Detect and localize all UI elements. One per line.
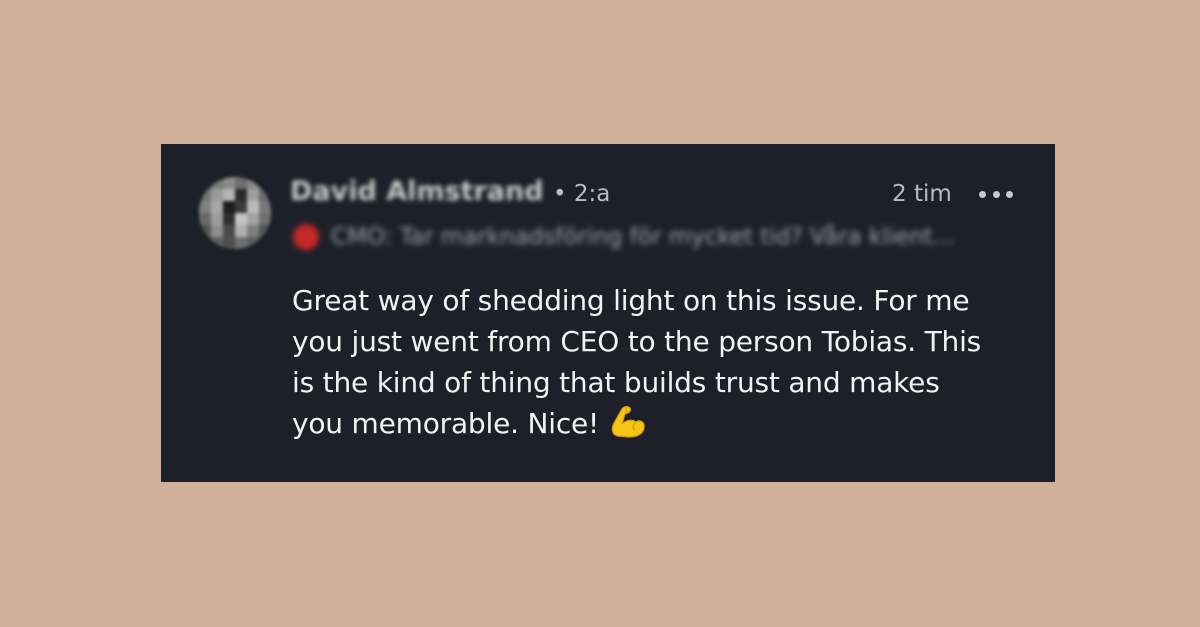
author-headline: CMO: Tar marknadsföring för mycket tid? … [293,222,955,252]
avatar[interactable] [199,177,271,249]
timestamp: 2 tim [892,181,952,207]
red-circle-icon [293,224,319,250]
connection-degree: • 2:a [553,181,611,207]
more-options-icon[interactable] [979,187,1013,201]
comment-body: Great way of shedding light on this issu… [292,280,992,450]
author-name[interactable]: David Almstrand [290,176,544,207]
flexed-biceps-icon [609,403,647,450]
comment-card: David Almstrand • 2:a 2 tim CMO: Tar mar… [161,144,1055,482]
author-headline-text: CMO: Tar marknadsföring för mycket tid? … [331,224,955,250]
